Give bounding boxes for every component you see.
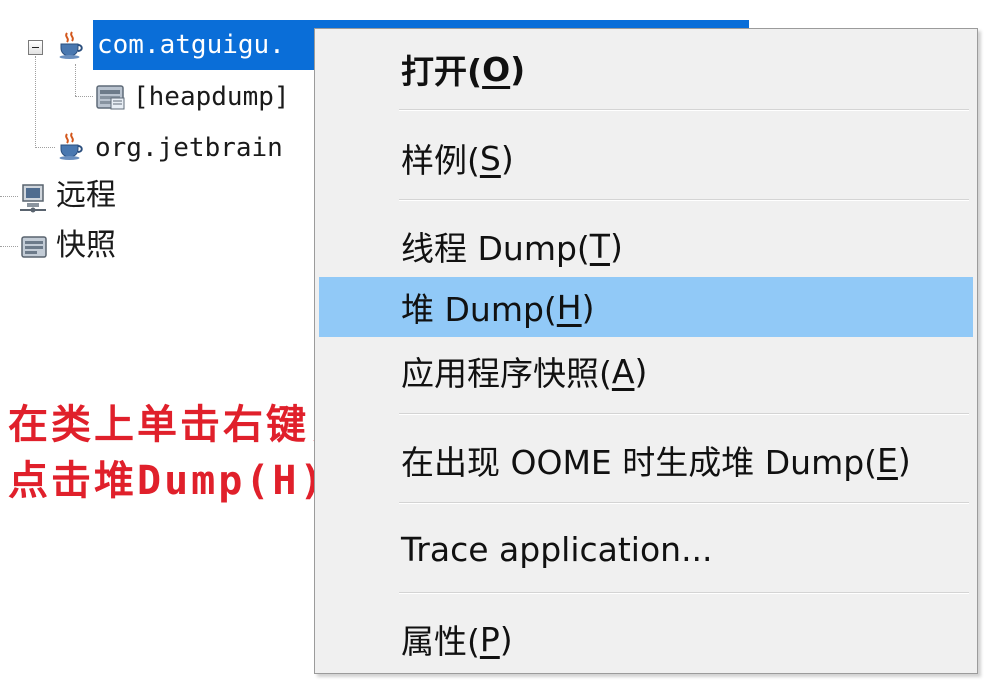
tree-node-label: [heapdump]	[133, 82, 290, 112]
menu-separator	[399, 413, 969, 415]
menu-item-label: 打开(	[401, 52, 483, 91]
menu-separator	[399, 199, 969, 201]
tree-connector	[75, 96, 93, 97]
menu-item-label: 线程 Dump(	[401, 229, 590, 268]
remote-host-icon	[18, 181, 50, 217]
menu-separator	[399, 109, 969, 111]
menu-item-app-snapshot[interactable]: 应用程序快照(A)	[319, 341, 973, 401]
menu-item-mnemonic: A	[611, 351, 635, 391]
menu-item-label: 属性(	[401, 622, 480, 661]
java-coffee-icon	[56, 30, 86, 64]
menu-item-label-suffix: )	[500, 138, 514, 178]
menu-item-label-suffix: )	[897, 440, 911, 480]
snapshot-icon	[18, 231, 50, 267]
menu-item-label-suffix: )	[634, 351, 648, 391]
tree-node-org-jetbrain[interactable]: org.jetbrain	[95, 126, 283, 170]
menu-separator	[399, 592, 969, 594]
menu-item-thread-dump[interactable]: 线程 Dump(T)	[319, 216, 973, 276]
tree-connector	[75, 64, 76, 96]
tree-node-label: 快照	[56, 228, 116, 263]
menu-item-mnemonic: O	[482, 49, 511, 89]
java-coffee-icon	[56, 131, 86, 165]
annotation-line-1: 在类上单击右键，	[8, 402, 352, 448]
menu-item-label: 样例(	[401, 141, 480, 180]
tree-node-label: 远程	[56, 178, 116, 213]
menu-item-mnemonic: S	[479, 138, 501, 178]
tree-connector	[0, 246, 18, 247]
tree-connector	[0, 196, 18, 197]
menu-item-mnemonic: T	[589, 226, 610, 266]
tree-node-heapdump[interactable]: [heapdump]	[133, 75, 290, 119]
tree-connector	[35, 147, 55, 148]
menu-item-label-suffix: )	[510, 49, 526, 89]
menu-item-heap-dump[interactable]: 堆 Dump(H)	[319, 277, 973, 337]
tree-node-snapshots[interactable]: 快照	[56, 224, 116, 268]
menu-item-label: Trace application...	[401, 529, 713, 569]
menu-item-sample[interactable]: 样例(S)	[319, 128, 973, 188]
menu-item-mnemonic: H	[556, 287, 582, 327]
menu-item-label-suffix: )	[609, 226, 623, 266]
menu-item-label: 堆 Dump(	[401, 290, 557, 329]
context-menu: 打开(O) 样例(S) 线程 Dump(T) 堆 Dump(H) 应用程序快照(…	[314, 28, 978, 674]
menu-item-label-suffix: )	[581, 287, 595, 327]
menu-item-mnemonic: E	[877, 440, 898, 480]
tree-node-remote[interactable]: 远程	[56, 174, 116, 218]
menu-item-properties[interactable]: 属性(P)	[319, 609, 973, 669]
menu-item-label-suffix: )	[499, 619, 513, 659]
menu-separator	[399, 502, 969, 504]
heapdump-icon	[95, 82, 127, 116]
menu-item-label: 应用程序快照(	[401, 354, 612, 393]
tree-connector	[35, 56, 36, 148]
tree-node-label: org.jetbrain	[95, 133, 283, 163]
menu-item-trace-application[interactable]: Trace application...	[319, 519, 973, 579]
menu-item-heap-dump-on-oome[interactable]: 在出现 OOME 时生成堆 Dump(E)	[319, 430, 973, 490]
tree-node-label: com.atguigu.	[97, 30, 285, 60]
annotation-line-2: 点击堆Dump(H)	[8, 458, 327, 504]
collapse-toggle-icon[interactable]	[28, 40, 43, 55]
menu-item-mnemonic: P	[479, 619, 500, 659]
menu-item-label: 在出现 OOME 时生成堆 Dump(	[401, 443, 878, 482]
menu-item-open[interactable]: 打开(O)	[319, 39, 973, 99]
